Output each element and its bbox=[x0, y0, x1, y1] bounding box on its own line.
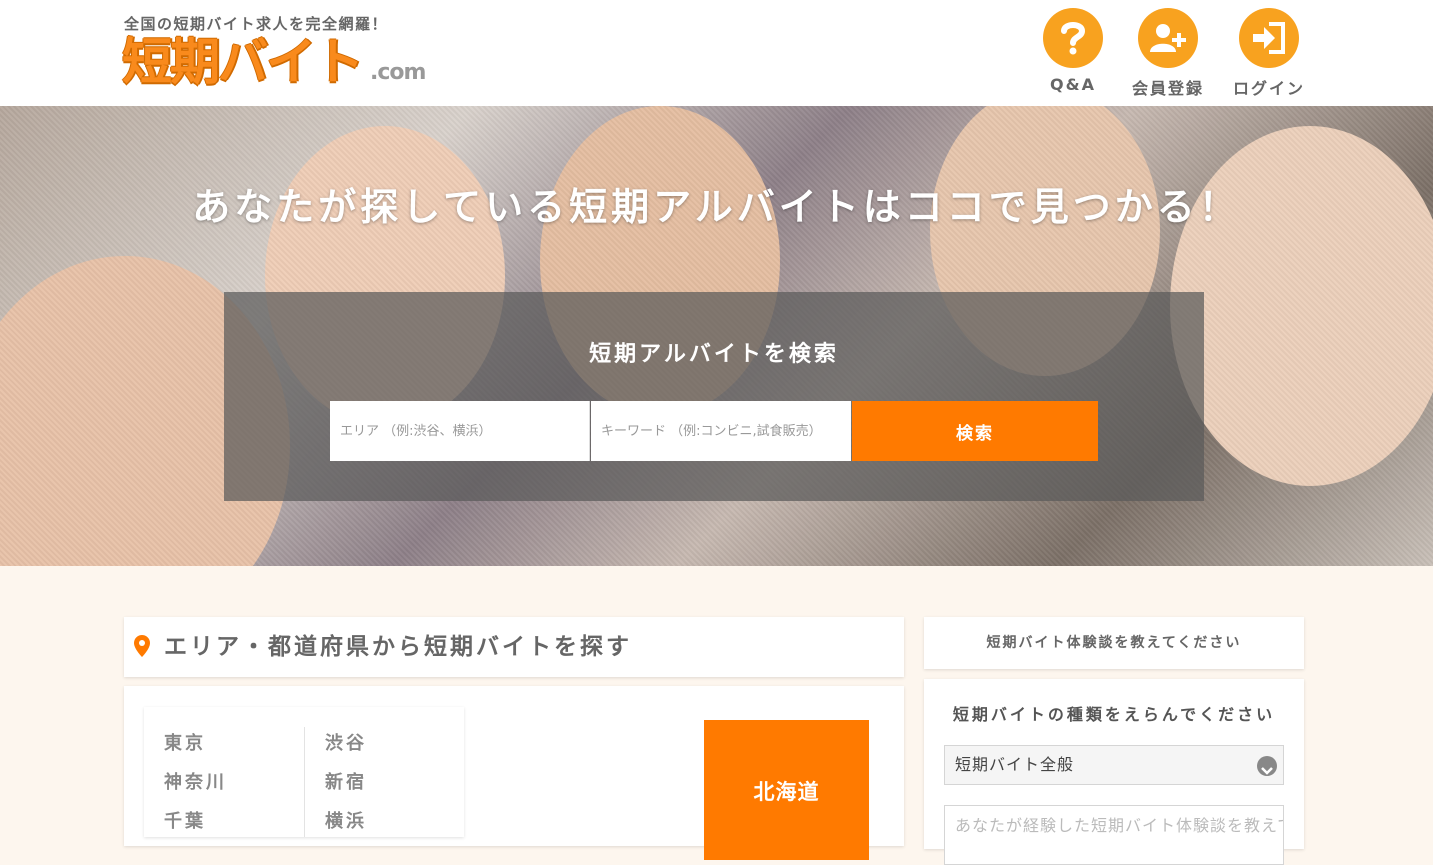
experience-textarea[interactable]: あなたが経験した短期バイト体験談を教えてください bbox=[944, 805, 1284, 865]
experience-heading-card: 短期バイト体験談を教えてください bbox=[924, 617, 1304, 669]
city-link[interactable]: 千葉 bbox=[164, 807, 227, 846]
nav-login-label: ログイン bbox=[1232, 79, 1305, 98]
area-section-title: エリア・都道府県から短期バイトを探す bbox=[164, 634, 632, 660]
form-title: 短期バイトの種類をえらんでください bbox=[952, 705, 1276, 724]
city-list-col1: 東京 神奈川 千葉 bbox=[164, 729, 227, 846]
region-hokkaido-button[interactable]: 北海道 bbox=[704, 720, 869, 860]
question-icon bbox=[1043, 8, 1103, 68]
city-link[interactable]: 東京 bbox=[164, 729, 227, 768]
chevron-down-icon bbox=[1257, 756, 1277, 776]
nav-register-button[interactable]: 会員登録 bbox=[1128, 8, 1208, 99]
experience-form-card: 短期バイトの種類をえらんでください 短期バイト全般 あなたが経験した短期バイト体… bbox=[924, 679, 1304, 865]
job-type-selected: 短期バイト全般 bbox=[955, 755, 1075, 774]
logo-suffix: .com bbox=[370, 60, 426, 85]
login-icon bbox=[1239, 8, 1299, 68]
area-search-input[interactable] bbox=[330, 401, 590, 461]
city-link[interactable]: 神奈川 bbox=[164, 768, 227, 807]
city-link[interactable]: 渋谷 bbox=[325, 729, 367, 768]
user-plus-icon bbox=[1138, 8, 1198, 68]
nav-qa-button[interactable]: Q&A bbox=[1033, 8, 1113, 94]
nav-login-button[interactable]: ログイン bbox=[1229, 8, 1309, 99]
keyword-search-input[interactable] bbox=[591, 401, 851, 461]
search-panel: 短期アルバイトを検索 検索 bbox=[224, 292, 1204, 501]
job-type-select[interactable]: 短期バイト全般 bbox=[944, 745, 1284, 785]
search-heading: 短期アルバイトを検索 bbox=[589, 342, 839, 367]
area-section-header: エリア・都道府県から短期バイトを探す bbox=[124, 617, 904, 677]
city-list-col2: 渋谷 新宿 横浜 bbox=[325, 729, 367, 846]
nav-qa-label: Q&A bbox=[1050, 75, 1096, 94]
hero-title: あなたが探している短期アルバイトはココで見つかる！ bbox=[192, 185, 1241, 229]
divider bbox=[304, 727, 305, 837]
logo-text: 短期バイト bbox=[122, 33, 364, 91]
map-pin-icon bbox=[134, 635, 150, 661]
city-link[interactable]: 新宿 bbox=[325, 768, 367, 807]
city-link[interactable]: 横浜 bbox=[325, 807, 367, 846]
site-tagline: 全国の短期バイト求人を完全網羅！ bbox=[124, 15, 389, 33]
search-button[interactable]: 検索 bbox=[852, 401, 1098, 461]
area-section-body: 東京 神奈川 千葉 渋谷 新宿 横浜 北海道 bbox=[124, 686, 904, 860]
site-logo[interactable]: 短期バイト .com bbox=[122, 32, 426, 92]
popular-cities-box: 東京 神奈川 千葉 渋谷 新宿 横浜 bbox=[144, 707, 464, 837]
site-header: 全国の短期バイト求人を完全網羅！ 短期バイト .com Q&A 会員登録 ログイ… bbox=[0, 0, 1433, 106]
nav-register-label: 会員登録 bbox=[1131, 79, 1204, 98]
hero-banner: あなたが探している短期アルバイトはココで見つかる！ 短期アルバイトを検索 検索 bbox=[0, 106, 1433, 566]
